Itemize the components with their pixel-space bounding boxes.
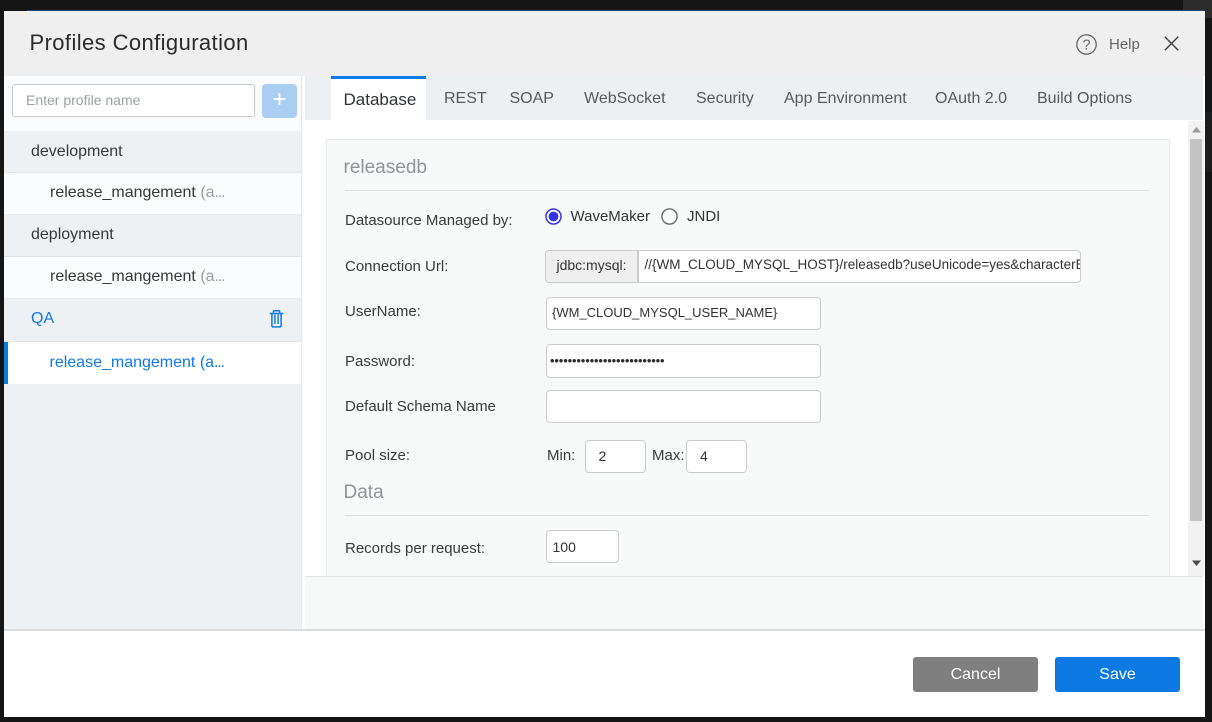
svg-text:?: ? xyxy=(1082,38,1090,54)
